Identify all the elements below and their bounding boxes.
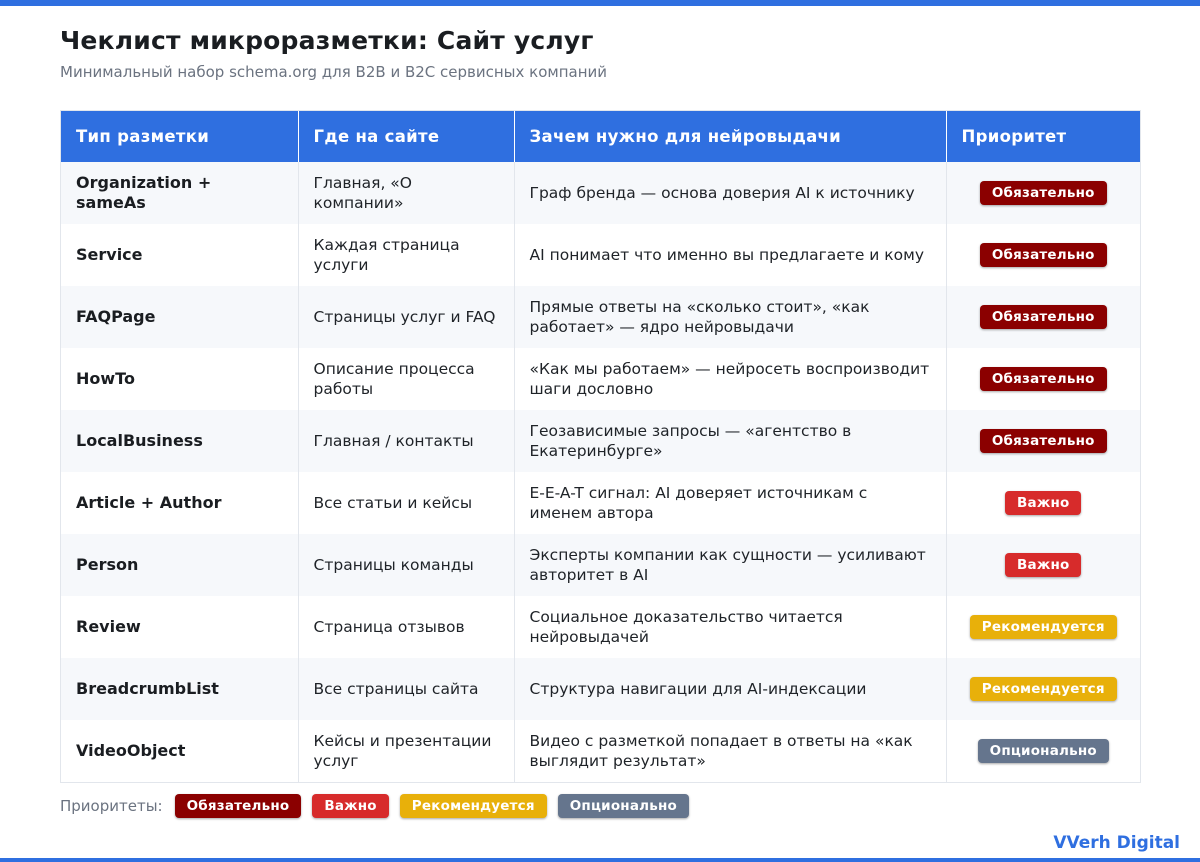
brand-logo-text: VVerh Digital bbox=[1053, 833, 1180, 853]
cell-site-location: Каждая страница услуги bbox=[298, 224, 515, 286]
cell-site-location: Страницы команды bbox=[298, 534, 515, 596]
checklist-table: Тип разметки Где на сайте Зачем нужно дл… bbox=[61, 111, 1140, 782]
priority-badge: Рекомендуется bbox=[969, 677, 1117, 701]
cell-reason: Граф бренда — основа доверия AI к источн… bbox=[514, 162, 947, 224]
page-title: Чеклист микроразметки: Сайт услуг bbox=[60, 26, 594, 55]
priority-badge: Обязательно bbox=[979, 243, 1107, 267]
cell-reason: Геозависимые запросы — «агентство в Екат… bbox=[514, 410, 947, 472]
cell-priority: Важно bbox=[946, 472, 1140, 534]
table-row: Article + Author Все статьи и кейсы E-E-A-… bbox=[61, 472, 1140, 534]
cell-site-location: Все страницы сайта bbox=[298, 658, 515, 720]
cell-site-location: Главная / контакты bbox=[298, 410, 515, 472]
table-row: VideoObject Кейсы и презентации услуг Виде… bbox=[61, 720, 1140, 782]
priority-badge: Важно bbox=[1005, 491, 1082, 515]
cell-reason: Структура навигации для AI-индексации bbox=[514, 658, 947, 720]
cell-reason: «Как мы работаем» — нейросеть воспроизво… bbox=[514, 348, 947, 410]
cell-markup-type: VideoObject bbox=[61, 720, 299, 782]
legend-badge-important: Важно bbox=[312, 794, 389, 818]
cell-reason: E-E-A-T сигнал: AI доверяет источникам с… bbox=[514, 472, 947, 534]
column-header-where: Где на сайте bbox=[298, 111, 515, 162]
cell-site-location: Кейсы и презентации услуг bbox=[298, 720, 515, 782]
table-row: Person Страницы команды Эксперты компании … bbox=[61, 534, 1140, 596]
cell-markup-type: BreadcrumbList bbox=[61, 658, 299, 720]
table-row: Organization + sameAs Главная, «О компани… bbox=[61, 162, 1140, 224]
cell-priority: Обязательно bbox=[946, 224, 1140, 286]
cell-priority: Рекомендуется bbox=[946, 596, 1140, 658]
table-row: LocalBusiness Главная / контакты Геозависи… bbox=[61, 410, 1140, 472]
cell-priority: Рекомендуется bbox=[946, 658, 1140, 720]
priority-badge: Опционально bbox=[977, 739, 1109, 763]
cell-markup-type: Person bbox=[61, 534, 299, 596]
table-row: Review Страница отзывов Социальное доказат… bbox=[61, 596, 1140, 658]
bottom-accent-bar bbox=[0, 858, 1200, 862]
legend-badge-optional: Опционально bbox=[557, 794, 689, 818]
table-row: BreadcrumbList Все страницы сайта Структур… bbox=[61, 658, 1140, 720]
cell-site-location: Описание процесса работы bbox=[298, 348, 515, 410]
cell-priority: Обязательно bbox=[946, 410, 1140, 472]
cell-priority: Важно bbox=[946, 534, 1140, 596]
cell-markup-type: HowTo bbox=[61, 348, 299, 410]
cell-markup-type: LocalBusiness bbox=[61, 410, 299, 472]
cell-reason: Видео с разметкой попадает в ответы на «… bbox=[514, 720, 947, 782]
priority-badge: Обязательно bbox=[979, 429, 1107, 453]
top-accent-bar bbox=[0, 0, 1200, 6]
priority-badge: Обязательно bbox=[979, 305, 1107, 329]
legend-badge-recommended: Рекомендуется bbox=[399, 794, 547, 818]
priority-badge: Важно bbox=[1005, 553, 1082, 577]
cell-site-location: Все статьи и кейсы bbox=[298, 472, 515, 534]
table-header-row: Тип разметки Где на сайте Зачем нужно дл… bbox=[61, 111, 1140, 162]
page-subtitle: Минимальный набор schema.org для B2B и B… bbox=[60, 63, 608, 81]
priority-badge: Рекомендуется bbox=[969, 615, 1117, 639]
legend-label: Приоритеты: bbox=[60, 797, 163, 815]
cell-markup-type: Service bbox=[61, 224, 299, 286]
priority-badge: Обязательно bbox=[979, 181, 1107, 205]
cell-priority: Опционально bbox=[946, 720, 1140, 782]
cell-reason: Прямые ответы на «сколько стоит», «как р… bbox=[514, 286, 947, 348]
cell-priority: Обязательно bbox=[946, 286, 1140, 348]
cell-markup-type: FAQPage bbox=[61, 286, 299, 348]
cell-markup-type: Article + Author bbox=[61, 472, 299, 534]
priority-badge: Обязательно bbox=[979, 367, 1107, 391]
cell-reason: Социальное доказательство читается нейро… bbox=[514, 596, 947, 658]
cell-site-location: Страница отзывов bbox=[298, 596, 515, 658]
column-header-why: Зачем нужно для нейровыдачи bbox=[514, 111, 947, 162]
cell-priority: Обязательно bbox=[946, 162, 1140, 224]
table-row: HowTo Описание процесса работы «Как мы раб… bbox=[61, 348, 1140, 410]
cell-reason: Эксперты компании как сущности — усилива… bbox=[514, 534, 947, 596]
cell-markup-type: Review bbox=[61, 596, 299, 658]
table-row: FAQPage Страницы услуг и FAQ Прямые ответы… bbox=[61, 286, 1140, 348]
table-body: Organization + sameAs Главная, «О компани… bbox=[61, 162, 1140, 782]
legend-badge-mandatory: Обязательно bbox=[174, 794, 302, 818]
priority-legend: Приоритеты: Обязательно Важно Рекомендуе… bbox=[60, 794, 700, 818]
cell-reason: AI понимает что именно вы предлагаете и … bbox=[514, 224, 947, 286]
column-header-type: Тип разметки bbox=[61, 111, 299, 162]
checklist-table-container: Тип разметки Где на сайте Зачем нужно дл… bbox=[60, 110, 1141, 783]
cell-site-location: Страницы услуг и FAQ bbox=[298, 286, 515, 348]
cell-site-location: Главная, «О компании» bbox=[298, 162, 515, 224]
cell-priority: Обязательно bbox=[946, 348, 1140, 410]
table-row: Service Каждая страница услуги AI понимает… bbox=[61, 224, 1140, 286]
cell-markup-type: Organization + sameAs bbox=[61, 162, 299, 224]
column-header-priority: Приоритет bbox=[946, 111, 1140, 162]
